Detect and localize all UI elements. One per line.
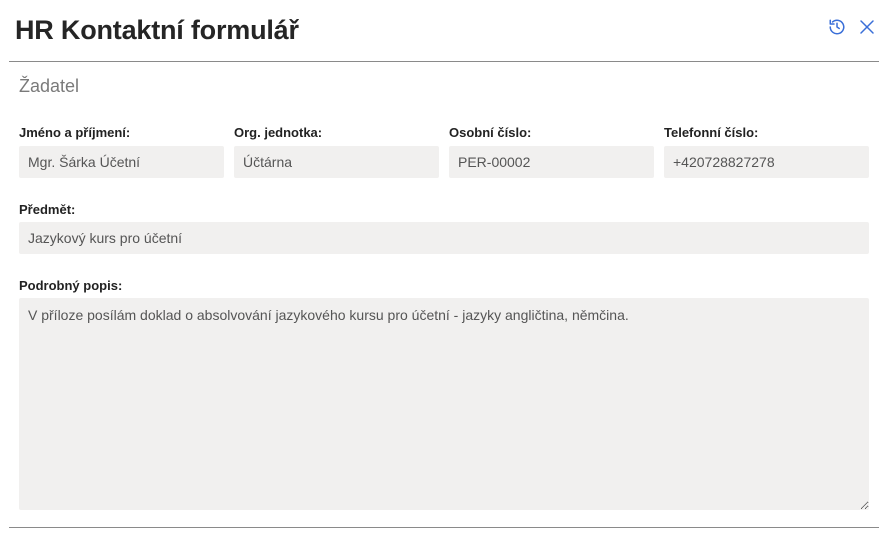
hr-contact-form-dialog: HR Kontaktní formulář Žadatel Jméno a př… xyxy=(0,0,889,534)
name-label: Jméno a příjmení: xyxy=(19,125,131,140)
description-textarea[interactable]: V příloze posílám doklad o absolvování j… xyxy=(19,298,869,510)
phone-field[interactable] xyxy=(664,146,869,178)
dialog-header: HR Kontaktní formulář xyxy=(0,0,889,62)
phone-label: Telefonní číslo: xyxy=(664,125,759,140)
org-unit-label: Org. jednotka: xyxy=(234,125,323,140)
section-title-applicant: Žadatel xyxy=(19,76,80,96)
close-icon[interactable] xyxy=(857,17,877,37)
header-actions xyxy=(827,17,877,37)
footer-divider xyxy=(9,527,879,528)
history-icon[interactable] xyxy=(827,17,847,37)
page-title: HR Kontaktní formulář xyxy=(15,15,299,45)
org-unit-field[interactable] xyxy=(234,146,439,178)
description-label: Podrobný popis: xyxy=(19,278,123,293)
header-divider xyxy=(9,61,879,62)
personal-number-field[interactable] xyxy=(449,146,654,178)
personal-number-label: Osobní číslo: xyxy=(449,125,532,140)
subject-field[interactable] xyxy=(19,222,869,254)
name-field[interactable] xyxy=(19,146,224,178)
subject-label: Předmět: xyxy=(19,202,76,217)
